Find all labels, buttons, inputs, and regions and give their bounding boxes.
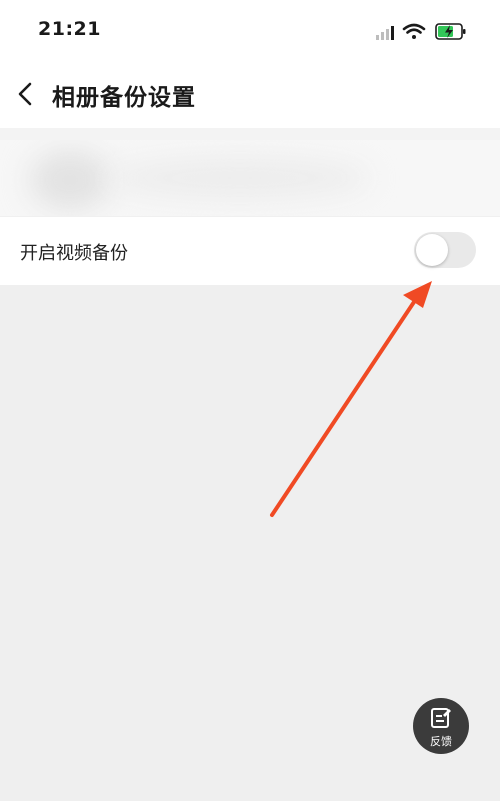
arrow-head	[403, 281, 432, 308]
feedback-button[interactable]: 反馈	[413, 698, 469, 754]
status-time: 21:21	[38, 18, 101, 40]
setting-row-video-backup[interactable]: 开启视频备份	[0, 216, 500, 285]
battery-charging-icon	[435, 23, 466, 40]
status-bar: 21:21	[0, 0, 500, 60]
page-title: 相册备份设置	[52, 85, 196, 111]
feedback-label: 反馈	[430, 735, 452, 748]
status-icons	[376, 23, 466, 40]
section-gap	[0, 128, 500, 140]
toggle-knob	[416, 234, 448, 266]
edit-note-icon	[431, 708, 451, 728]
video-backup-label: 开启视频备份	[20, 243, 128, 264]
redacted-blur	[110, 158, 370, 198]
chevron-left-icon	[18, 82, 32, 106]
nav-bar: 相册备份设置	[0, 60, 500, 128]
redacted-blur	[30, 150, 110, 210]
redacted-account-info	[0, 140, 500, 216]
video-backup-toggle[interactable]	[414, 232, 476, 268]
back-button[interactable]	[10, 74, 44, 114]
screen: 21:21 相册备份设置 开启视频备份 反馈	[0, 0, 500, 801]
arrow-line	[270, 300, 416, 517]
wifi-icon	[402, 23, 426, 39]
cellular-signal-icon	[376, 26, 394, 40]
